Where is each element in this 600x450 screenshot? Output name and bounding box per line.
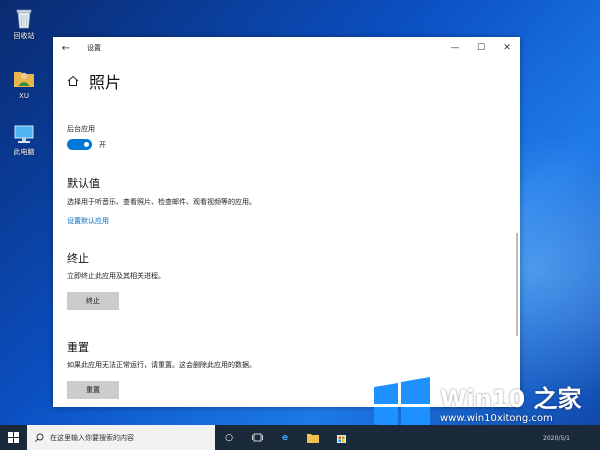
reset-description: 如果此应用无法正常运行，请重置。这会删除此应用的数据。 — [67, 361, 256, 369]
edge-browser-icon: e — [281, 432, 289, 443]
search-placeholder: 在这里输入你要搜索的内容 — [50, 433, 134, 442]
title-bar: ← 设置 — ☐ ✕ — [53, 37, 520, 59]
cortana-button[interactable]: ○ — [215, 425, 243, 450]
store-bag-icon — [336, 435, 346, 443]
defaults-description: 选择用于听音乐、查看照片、检查邮件、观看视频等的应用。 — [67, 198, 256, 206]
set-default-apps-link[interactable]: 设置默认应用 — [67, 216, 109, 226]
folder-icon — [307, 433, 319, 443]
background-apps-label: 后台应用 — [67, 125, 95, 133]
minimize-button[interactable]: — — [442, 37, 468, 59]
watermark-url: www.win10xitong.com — [440, 413, 553, 424]
cortana-circle-icon: ○ — [225, 432, 233, 443]
windows-start-icon — [8, 432, 19, 443]
terminate-button[interactable]: 终止 — [67, 292, 119, 310]
defaults-heading: 默认值 — [67, 177, 100, 190]
watermark-title: Win10 之家 — [440, 385, 582, 413]
toggle-state-label: 开 — [99, 141, 106, 149]
desktop-icon-label: 此电脑 — [13, 148, 35, 156]
user-folder-icon — [11, 66, 37, 90]
home-icon[interactable] — [67, 75, 79, 87]
search-icon — [35, 433, 44, 442]
terminate-heading: 终止 — [67, 252, 89, 265]
page-header: 照片 — [67, 69, 121, 93]
file-explorer-button[interactable] — [299, 425, 327, 450]
start-button[interactable] — [0, 425, 27, 450]
close-button[interactable]: ✕ — [494, 37, 520, 59]
taskbar-search-box[interactable]: 在这里输入你要搜索的内容 — [27, 425, 215, 450]
scrollbar[interactable] — [516, 233, 518, 336]
desktop-icon-label: XU — [19, 92, 29, 100]
maximize-button[interactable]: ☐ — [468, 37, 494, 59]
recycle-bin-icon — [11, 6, 37, 30]
reset-button[interactable]: 重置 — [67, 381, 119, 399]
desktop-icon-user-folder[interactable]: XU — [4, 66, 44, 101]
store-button[interactable] — [327, 425, 355, 450]
computer-icon — [11, 122, 37, 146]
settings-content: 照片 后台应用 开 默认值 选择用于听音乐、查看照片、检查邮件、观看视频等的应用… — [67, 59, 504, 407]
reset-heading: 重置 — [67, 341, 89, 354]
desktop-icon-label: 回收站 — [13, 32, 35, 40]
task-view-button[interactable] — [243, 425, 271, 450]
task-view-icon — [251, 433, 263, 442]
background-apps-toggle[interactable] — [67, 139, 92, 150]
window-controls: — ☐ ✕ — [442, 37, 520, 59]
edge-button[interactable]: e — [271, 425, 299, 450]
desktop-icon-recycle-bin[interactable]: 回收站 — [4, 6, 44, 41]
taskbar: 在这里输入你要搜索的内容 ○ e 2020/5/1 — [0, 425, 600, 450]
desktop-icon-this-pc[interactable]: 此电脑 — [4, 122, 44, 157]
terminate-description: 立即终止此应用及其相关进程。 — [67, 272, 165, 280]
page-title: 照片 — [89, 73, 122, 92]
window-title: 设置 — [87, 44, 101, 52]
tray-clock[interactable]: 2020/5/1 — [543, 435, 570, 442]
back-button[interactable]: ← — [53, 43, 79, 54]
settings-window: ← 设置 — ☐ ✕ 照片 后台应用 开 默认值 选择用于听音乐、查看照片、检查… — [53, 37, 520, 407]
arrow-left-icon: ← — [61, 42, 71, 54]
